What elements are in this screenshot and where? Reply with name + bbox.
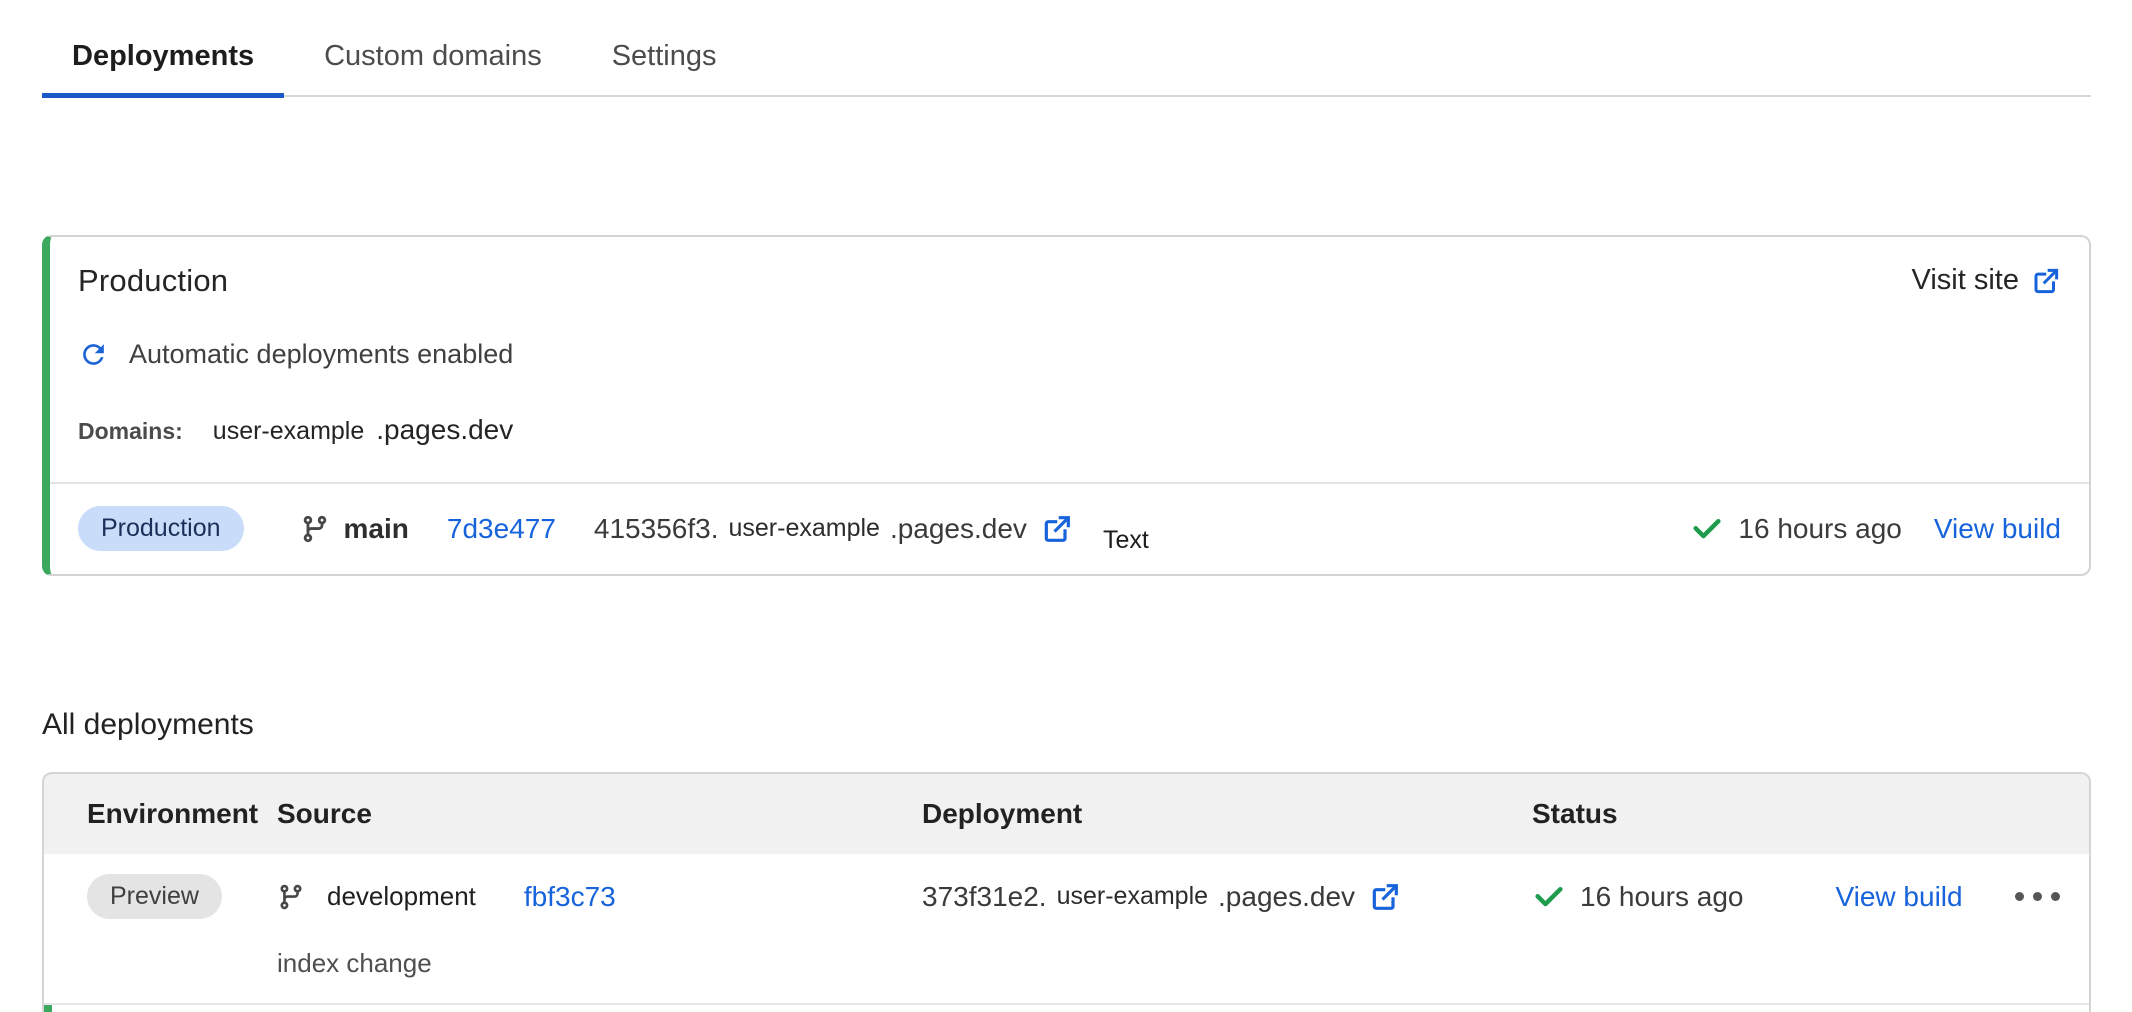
all-deployments-title: All deployments (42, 708, 2091, 742)
next-row-partial (44, 1005, 2089, 1012)
deployment-url-domain: user-example (1057, 882, 1208, 911)
automatic-deployments-row: Automatic deployments enabled (50, 339, 2089, 370)
production-deployment-row: Production main 7d3e477 415356f3. user-e… (50, 482, 2089, 574)
deployment-url-prefix: 415356f3. (594, 513, 719, 545)
deployment-url-domain: user-example (728, 514, 879, 543)
tab-settings[interactable]: Settings (582, 22, 747, 98)
environment-cell: Preview (87, 874, 277, 920)
deployment-time: 16 hours ago (1738, 513, 1901, 545)
tab-bar: Deployments Custom domains Settings (42, 22, 2091, 97)
view-build-link[interactable]: View build (1934, 513, 2061, 545)
column-header-status: Status (1532, 798, 2062, 830)
visit-site-link[interactable]: Visit site (1912, 264, 2061, 297)
column-header-source: Source (277, 798, 922, 830)
ellipsis-icon (2015, 892, 2024, 901)
refresh-icon (78, 339, 109, 370)
commit-link[interactable]: 7d3e477 (447, 513, 556, 545)
open-deployment-link[interactable] (1041, 513, 1073, 545)
production-accent-bar (44, 1005, 52, 1012)
check-icon (1532, 880, 1566, 914)
git-branch-icon (300, 514, 330, 544)
source-cell: development fbf3c73 index change (277, 874, 922, 979)
production-card-header: Production Visit site (50, 237, 2089, 299)
git-branch-icon (277, 883, 305, 911)
domains-label: Domains: (78, 418, 183, 445)
tab-custom-domains[interactable]: Custom domains (294, 22, 572, 98)
domains-row: Domains: user-example .pages.dev (50, 414, 2089, 482)
pages-project-screen: Deployments Custom domains Settings Prod… (0, 0, 2132, 1012)
environment-badge-preview: Preview (87, 874, 222, 919)
deployment-cell: 373f31e2. user-example .pages.dev (922, 874, 1532, 920)
branch-name: main (344, 513, 409, 545)
deployments-table: Environment Source Deployment Status Pre… (42, 772, 2091, 1012)
external-link-icon (1369, 881, 1401, 913)
column-header-deployment: Deployment (922, 798, 1532, 830)
production-card-title: Production (78, 263, 228, 299)
more-actions-button[interactable] (2013, 886, 2062, 907)
domain-suffix: .pages.dev (376, 414, 513, 446)
view-build-link[interactable]: View build (1835, 881, 1962, 913)
environment-badge-production: Production (78, 506, 244, 551)
table-row: Preview development fbf3c73 index change (44, 854, 2089, 1005)
tab-deployments[interactable]: Deployments (42, 22, 284, 98)
production-row-status: 16 hours ago View build (1690, 512, 2061, 546)
commit-message-note: Text (1103, 526, 1149, 555)
commit-link[interactable]: fbf3c73 (524, 881, 616, 913)
table-header-row: Environment Source Deployment Status (44, 774, 2089, 854)
external-link-icon (2031, 266, 2061, 296)
commit-message: index change (277, 948, 432, 979)
production-card: Production Visit site (42, 235, 2091, 576)
deployment-url-suffix: .pages.dev (890, 513, 1027, 545)
deployment-time: 16 hours ago (1580, 881, 1743, 913)
domain-name: user-example (213, 417, 364, 446)
deployment-url-prefix: 373f31e2. (922, 881, 1047, 913)
external-link-icon (1041, 513, 1073, 545)
status-cell: 16 hours ago View build (1532, 874, 2062, 920)
deployment-url-suffix: .pages.dev (1218, 881, 1355, 913)
branch-name: development (327, 881, 476, 912)
open-deployment-link[interactable] (1369, 881, 1401, 913)
automatic-deployments-text: Automatic deployments enabled (129, 339, 513, 370)
check-icon (1690, 512, 1724, 546)
visit-site-label: Visit site (1912, 264, 2019, 297)
column-header-environment: Environment (87, 798, 277, 830)
